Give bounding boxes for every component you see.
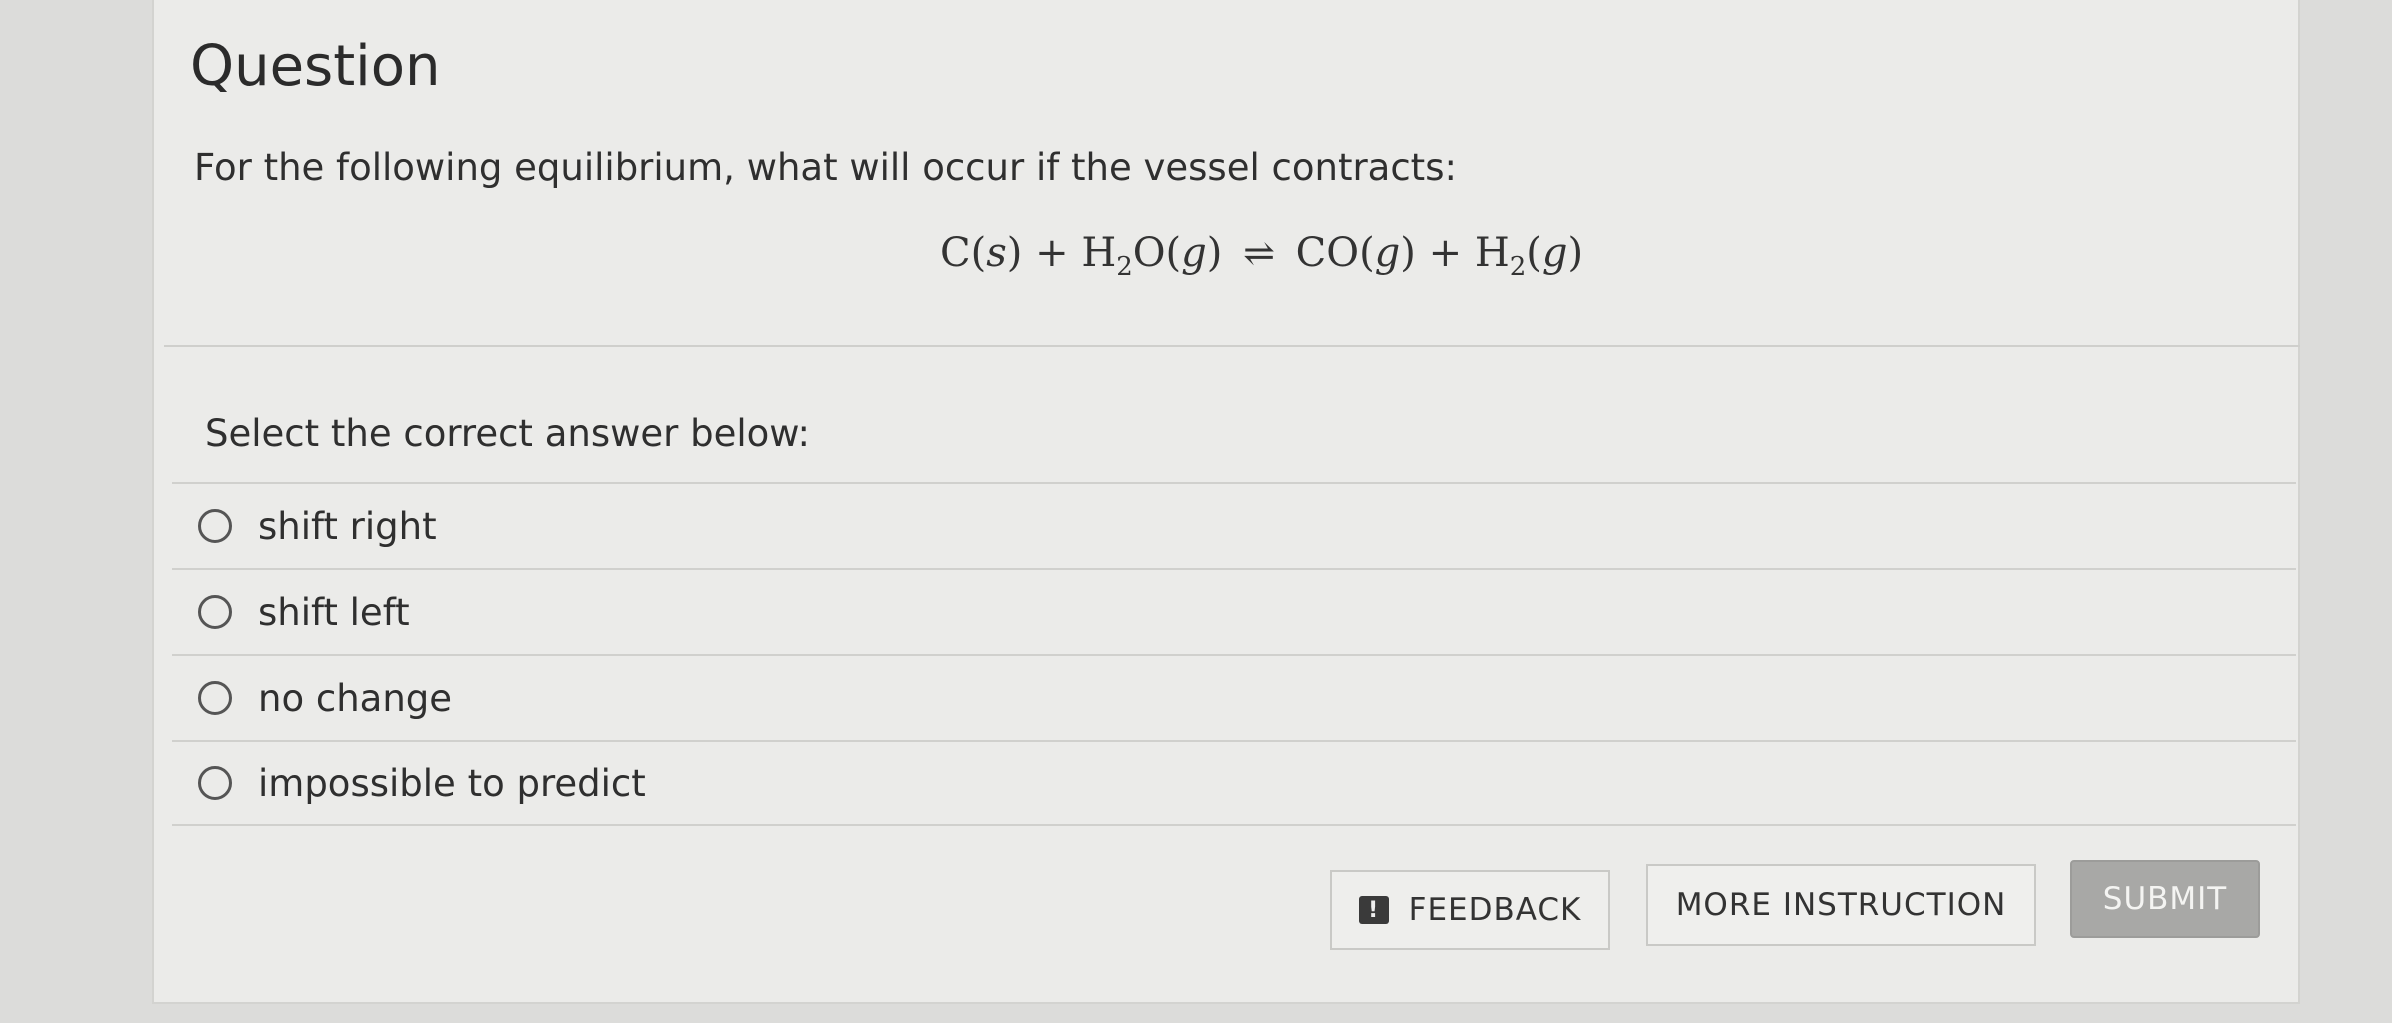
page-title: Question (190, 34, 441, 99)
answer-instructions: Select the correct answer below: (205, 412, 810, 455)
answer-option-shift-right[interactable]: shift right (172, 482, 2296, 568)
more-instruction-button-label: MORE INSTRUCTION (1675, 887, 2007, 923)
answer-option-shift-left[interactable]: shift left (172, 568, 2296, 654)
radio-button-icon[interactable] (198, 509, 232, 543)
radio-button-icon[interactable] (198, 681, 232, 715)
feedback-button-label: FEEDBACK (1408, 892, 1582, 928)
feedback-button[interactable]: ! FEEDBACK (1330, 870, 1610, 950)
radio-button-icon[interactable] (198, 595, 232, 629)
eq-reactant-2-rest: O (1132, 230, 1166, 276)
eq-product-2-subscript: 2 (1509, 252, 1527, 282)
chemical-equation: C(s) + H2O(g) ⇌ CO(g) + H2(g) (940, 230, 1584, 282)
answer-option-label: no change (258, 676, 453, 720)
answer-options-list: shift right shift left no change impossi… (172, 482, 2296, 826)
eq-plus-2: + (1428, 230, 1463, 276)
eq-product-2-base: H (1474, 230, 1510, 276)
eq-reactant-1: C (940, 230, 971, 276)
equilibrium-arrow-icon: ⇌ (1243, 231, 1275, 275)
eq-reactant-2-subscript: 2 (1116, 252, 1133, 282)
answer-option-label: impossible to predict (258, 761, 646, 805)
answer-option-no-change[interactable]: no change (172, 654, 2296, 740)
answer-option-impossible-to-predict[interactable]: impossible to predict (172, 740, 2296, 826)
eq-product-1-state: g (1374, 230, 1401, 276)
eq-product-2-state: g (1541, 230, 1568, 276)
more-instruction-button[interactable]: MORE INSTRUCTION (1646, 864, 2036, 946)
radio-button-icon[interactable] (198, 766, 232, 800)
eq-reactant-1-state: s (986, 230, 1007, 276)
submit-button[interactable]: SUBMIT (2070, 860, 2260, 938)
question-prompt: For the following equilibrium, what will… (194, 146, 1457, 189)
submit-button-label: SUBMIT (2102, 881, 2228, 917)
eq-reactant-2-base: H (1081, 230, 1117, 276)
answer-option-label: shift left (258, 590, 410, 634)
answer-option-label: shift right (258, 504, 437, 548)
eq-product-1: CO (1295, 230, 1360, 276)
feedback-icon: ! (1358, 896, 1389, 924)
section-divider (164, 345, 2300, 347)
eq-plus-1: + (1035, 230, 1069, 276)
eq-reactant-2-state: g (1181, 230, 1207, 276)
